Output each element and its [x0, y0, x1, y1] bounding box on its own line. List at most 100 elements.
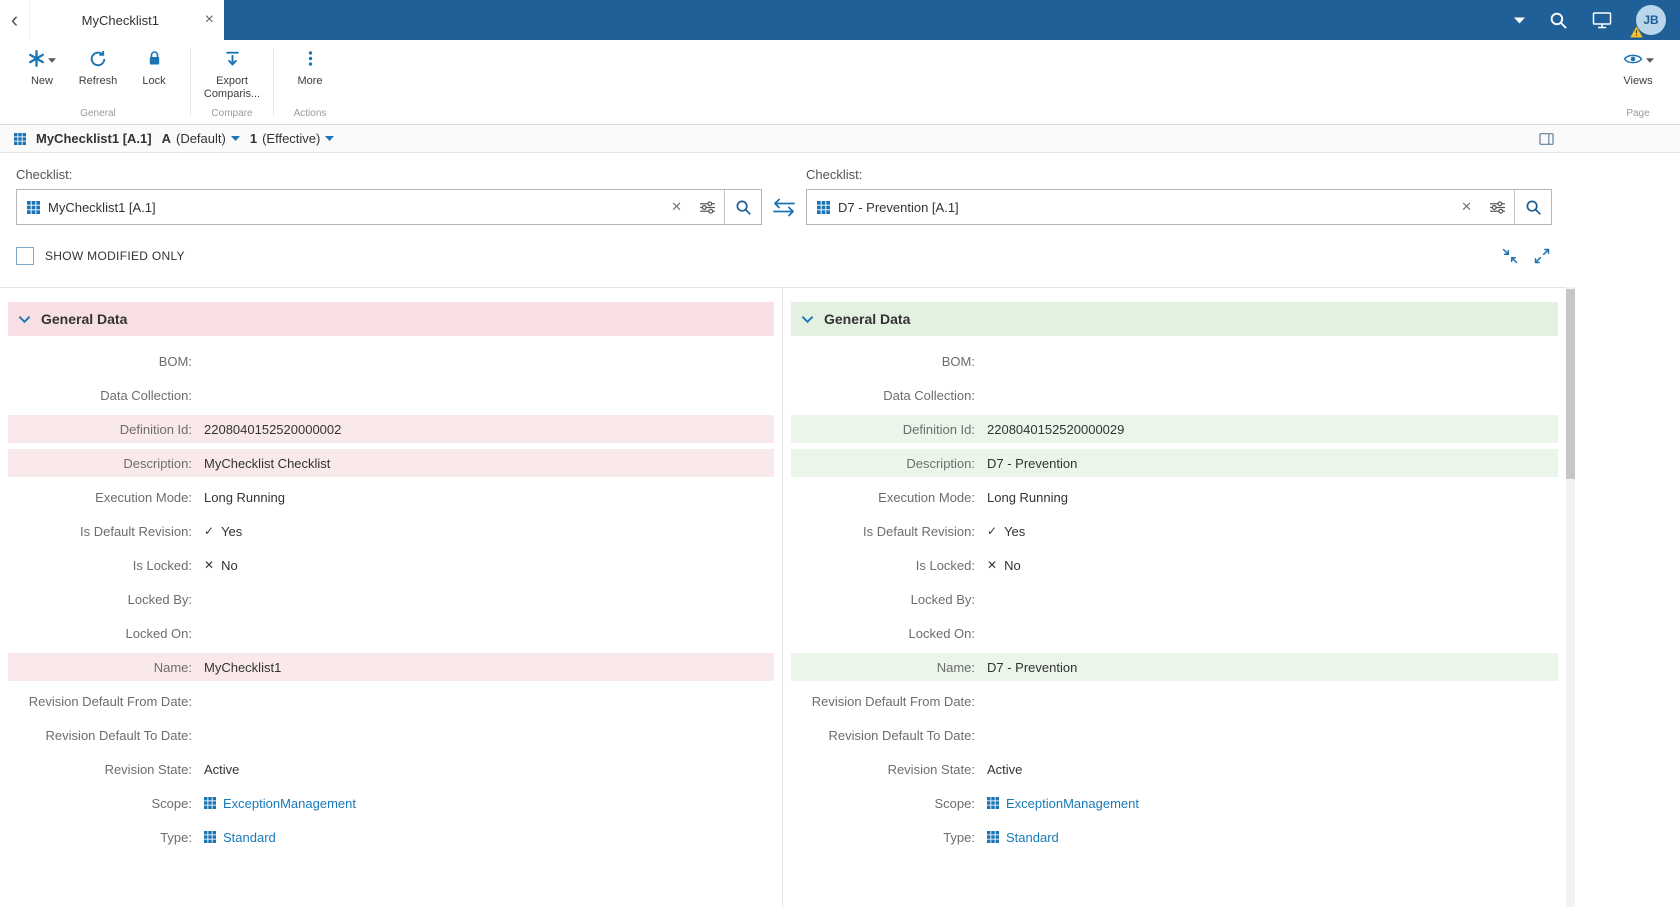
browse-button[interactable] — [1514, 190, 1551, 224]
field-row: Is Locked: ✕ No — [8, 548, 774, 582]
page-title: MyChecklist1 [A.1] — [36, 131, 152, 146]
field-value: ✕ No — [975, 558, 1021, 573]
field-value: Standard — [192, 830, 276, 845]
field-label: Locked On: — [125, 625, 193, 641]
field-row: Revision Default To Date: — [791, 718, 1558, 752]
field-row: BOM: — [791, 344, 1558, 378]
revision-selector[interactable]: A (Default) — [162, 131, 240, 146]
topbar-actions: JB — [1514, 0, 1680, 40]
field-row: Locked By: — [791, 582, 1558, 616]
browse-button[interactable] — [724, 190, 761, 224]
field-row: Revision State: Active — [791, 752, 1558, 786]
field-text: MyChecklist Checklist — [204, 455, 331, 471]
right-checklist-input[interactable]: D7 - Prevention [A.1] ✕ — [806, 189, 1552, 225]
chevron-down-icon — [1645, 57, 1654, 63]
field-label: Is Default Revision: — [80, 523, 192, 539]
general-data-section-header[interactable]: General Data — [8, 302, 774, 336]
side-panel-toggle-icon[interactable] — [1539, 132, 1554, 146]
compare-content: Checklist: MyChecklist1 [A.1] ✕ Checklis… — [0, 153, 1566, 907]
tab-close-icon[interactable]: × — [197, 12, 214, 28]
field-row: Name: D7 - Prevention — [791, 650, 1558, 684]
field-label: Definition Id: — [902, 421, 975, 437]
field-link[interactable]: ExceptionManagement — [223, 796, 356, 811]
chevron-down-icon — [801, 315, 814, 324]
tab-title: MyChecklist1 — [81, 12, 159, 28]
avatar[interactable]: JB — [1630, 5, 1666, 38]
field-row: BOM: — [8, 344, 774, 378]
field-label: Execution Mode: — [95, 489, 192, 505]
field-text: Yes — [1004, 523, 1026, 539]
filter-icon[interactable] — [1481, 200, 1514, 214]
tab-strip: ‹ MyChecklist1 × — [0, 0, 224, 40]
expand-all-icon[interactable] — [1534, 248, 1550, 264]
field-row: Description: D7 - Prevention — [791, 446, 1558, 480]
field-value: 2208040152520000029 — [975, 422, 1124, 437]
search-icon[interactable] — [1549, 11, 1568, 30]
field-row: Data Collection: — [791, 378, 1558, 412]
new-button[interactable]: New — [14, 50, 70, 88]
field-link[interactable]: Standard — [1006, 830, 1059, 845]
left-checklist-input[interactable]: MyChecklist1 [A.1] ✕ — [16, 189, 762, 225]
checklist-icon — [14, 132, 26, 145]
field-text: 2208040152520000002 — [204, 421, 342, 437]
monitor-icon[interactable] — [1592, 11, 1612, 29]
field-label: Execution Mode: — [878, 489, 975, 505]
views-button[interactable]: Views — [1610, 50, 1666, 88]
collapse-all-icon[interactable] — [1502, 248, 1518, 264]
panel-size-controls — [1502, 248, 1550, 264]
more-button[interactable]: More — [282, 50, 338, 88]
field-link[interactable]: Standard — [223, 830, 276, 845]
field-label: Is Default Revision: — [863, 523, 975, 539]
field-text: No — [221, 557, 238, 573]
field-value: ✓ Yes — [192, 524, 242, 539]
chevron-down-icon — [18, 315, 31, 324]
swap-button[interactable] — [762, 189, 806, 225]
field-row: Type: Standard — [8, 820, 774, 854]
field-link[interactable]: ExceptionManagement — [1006, 796, 1139, 811]
top-bar: ‹ MyChecklist1 × JB — [0, 0, 1680, 40]
revision-label: (Default) — [175, 131, 226, 146]
scrollbar-thumb[interactable] — [1566, 289, 1575, 479]
field-value: ✕ No — [192, 558, 238, 573]
cross-icon: ✕ — [987, 558, 998, 572]
field-row: Name: MyChecklist1 — [8, 650, 774, 684]
field-value: Long Running — [975, 490, 1068, 505]
refresh-button[interactable]: Refresh — [70, 50, 126, 88]
field-row: Data Collection: — [8, 378, 774, 412]
checklist-label: Checklist: — [16, 167, 73, 182]
clear-icon[interactable]: ✕ — [662, 199, 691, 215]
new-icon — [28, 50, 45, 70]
field-label: Locked By: — [127, 591, 192, 607]
grid-icon — [204, 797, 216, 809]
version-label: (Effective) — [262, 131, 321, 146]
vertical-scrollbar[interactable] — [1566, 287, 1575, 907]
warning-icon — [1630, 26, 1643, 38]
field-value: Active — [192, 762, 239, 777]
field-value: Standard — [975, 830, 1059, 845]
field-text: D7 - Prevention — [987, 659, 1078, 675]
right-checklist-picker: Checklist: D7 - Prevention [A.1] ✕ — [806, 167, 1552, 225]
general-data-section-header[interactable]: General Data — [791, 302, 1558, 336]
field-label: Scope: — [934, 795, 975, 811]
field-label: BOM: — [158, 353, 192, 369]
field-row: Scope: ExceptionManagement — [791, 786, 1558, 820]
check-icon: ✓ — [987, 524, 998, 538]
field-text: Active — [204, 761, 240, 777]
tab-mychecklist1[interactable]: MyChecklist1 × — [30, 0, 224, 40]
version-selector[interactable]: 1 (Effective) — [250, 131, 335, 146]
clear-icon[interactable]: ✕ — [1452, 199, 1481, 215]
field-row: Revision Default From Date: — [8, 684, 774, 718]
field-label: Data Collection: — [100, 387, 192, 403]
filter-icon[interactable] — [691, 200, 724, 214]
show-modified-checkbox[interactable] — [16, 247, 34, 265]
back-button[interactable]: ‹ — [0, 0, 30, 40]
field-row: Scope: ExceptionManagement — [8, 786, 774, 820]
ribbon-toolbar: New Refresh Lock General Export Comparis.… — [0, 40, 1680, 125]
field-label: Revision State: — [104, 761, 192, 777]
tabs-dropdown-icon[interactable] — [1514, 16, 1525, 24]
field-row: Execution Mode: Long Running — [8, 480, 774, 514]
lock-button[interactable]: Lock — [126, 50, 182, 88]
export-comparison-button[interactable]: Export Comparis... — [199, 50, 265, 101]
field-label: Revision Default To Date: — [828, 727, 975, 743]
eye-icon — [1623, 52, 1643, 69]
